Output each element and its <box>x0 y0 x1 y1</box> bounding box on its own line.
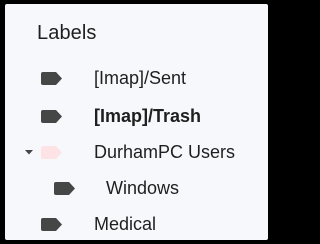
sidebar-item-durhampc-users[interactable]: DurhamPC Users <box>5 135 268 169</box>
sidebar-item-medical[interactable]: Medical <box>5 207 268 240</box>
label-tag-icon <box>41 110 63 123</box>
sidebar-item-windows[interactable]: Windows <box>5 171 268 205</box>
label-tag-icon <box>41 146 63 159</box>
label-tag-icon <box>41 72 63 85</box>
sidebar-item-imap-sent[interactable]: [Imap]/Sent <box>5 61 268 95</box>
label-tag-icon <box>41 218 63 231</box>
labels-section-title: Labels <box>37 22 97 44</box>
sidebar-item-label: Windows <box>106 178 180 198</box>
sidebar-item-label: Medical <box>94 214 157 234</box>
sidebar-item-label: [Imap]/Sent <box>94 68 187 88</box>
sidebar-item-label: DurhamPC Users <box>94 142 236 162</box>
sidebar-item-imap-trash[interactable]: [Imap]/Trash <box>5 99 268 133</box>
label-tag-icon <box>54 182 76 195</box>
labels-panel: Labels [Imap]/Sent [Imap]/Trash DurhamPC… <box>5 4 268 240</box>
sidebar-item-label: [Imap]/Trash <box>94 106 202 126</box>
caret-down-icon[interactable] <box>22 145 36 159</box>
